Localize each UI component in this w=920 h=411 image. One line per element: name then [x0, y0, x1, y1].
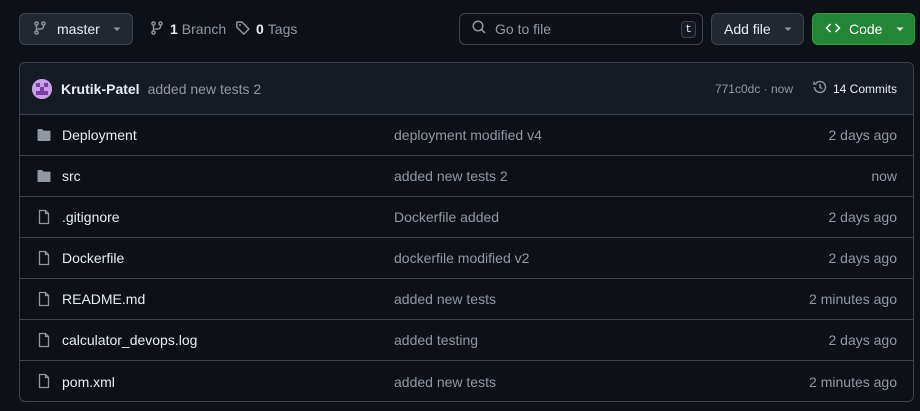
file-row-file[interactable]: Dockerfile dockerfile modified v2 2 days…	[20, 238, 913, 279]
file-name[interactable]: .gitignore	[62, 209, 120, 225]
file-icon	[36, 250, 52, 266]
file-commit-message[interactable]: dockerfile modified v2	[394, 250, 529, 266]
file-name[interactable]: src	[62, 168, 81, 184]
file-age: now	[871, 168, 897, 184]
file-rows: Deployment deployment modified v4 2 days…	[20, 115, 913, 401]
commit-author[interactable]: Krutik-Patel	[61, 81, 140, 97]
go-to-file-search[interactable]: t	[459, 13, 703, 45]
branch-count: 1	[170, 21, 178, 37]
file-row-file[interactable]: pom.xml added new tests 2 minutes ago	[20, 361, 913, 401]
git-branch-icon	[32, 20, 48, 39]
file-row-file[interactable]: calculator_devops.log added testing 2 da…	[20, 320, 913, 361]
file-commit-message[interactable]: added new tests	[394, 291, 496, 307]
file-commit-message[interactable]: added new tests	[394, 374, 496, 390]
file-icon	[36, 373, 52, 389]
chevron-down-icon	[895, 21, 905, 37]
tag-icon	[235, 20, 251, 39]
branch-selector-button[interactable]: master	[19, 13, 133, 45]
tag-count: 0	[256, 21, 264, 37]
file-icon	[36, 291, 52, 307]
folder-icon	[36, 127, 52, 143]
commit-count: 14 Commits	[832, 81, 897, 96]
file-row-file[interactable]: README.md added new tests 2 minutes ago	[20, 279, 913, 320]
latest-commit-bar: Krutik-Patel added new tests 2 771c0dc ·…	[20, 63, 913, 115]
file-name[interactable]: README.md	[62, 291, 145, 307]
commit-hash-time[interactable]: 771c0dc · now	[715, 82, 793, 96]
code-label: Code	[849, 21, 883, 37]
file-age: 2 days ago	[828, 209, 898, 225]
file-commit-message[interactable]: added new tests 2	[394, 168, 508, 184]
search-icon	[471, 19, 487, 40]
git-branch-icon	[149, 20, 165, 39]
file-age: 2 minutes ago	[809, 291, 897, 307]
chevron-down-icon	[112, 21, 122, 37]
file-commit-message[interactable]: added testing	[394, 332, 478, 348]
file-name[interactable]: Dockerfile	[62, 250, 124, 266]
tags-link[interactable]: 0 Tags	[235, 13, 297, 45]
folder-icon	[36, 168, 52, 184]
chevron-down-icon	[783, 21, 793, 37]
file-icon	[36, 209, 52, 225]
add-file-label: Add file	[724, 21, 771, 37]
code-button[interactable]: Code	[812, 13, 915, 45]
branches-link[interactable]: 1 Branch	[149, 13, 226, 45]
branch-label: Branch	[181, 21, 227, 37]
code-icon	[825, 20, 841, 39]
avatar[interactable]	[32, 78, 52, 99]
commit-message[interactable]: added new tests 2	[148, 81, 262, 97]
branch-name: master	[57, 21, 100, 37]
file-row-folder[interactable]: Deployment deployment modified v4 2 days…	[20, 115, 913, 156]
file-age: 2 minutes ago	[809, 373, 897, 390]
file-commit-message[interactable]: deployment modified v4	[394, 127, 542, 143]
file-name[interactable]: calculator_devops.log	[62, 332, 197, 348]
add-file-button[interactable]: Add file	[711, 13, 804, 45]
history-icon	[812, 79, 828, 98]
file-age: 2 days ago	[828, 127, 898, 143]
repo-toolbar: master 1 Branch 0 Tags Go to file t Add …	[19, 13, 915, 45]
file-name[interactable]: pom.xml	[62, 374, 115, 390]
search-input[interactable]	[495, 21, 665, 37]
keyboard-shortcut-hint: t	[681, 21, 696, 38]
file-commit-message[interactable]: Dockerfile added	[394, 209, 499, 225]
file-row-file[interactable]: .gitignore Dockerfile added 2 days ago	[20, 197, 913, 238]
file-row-folder[interactable]: src added new tests 2 now	[20, 156, 913, 197]
repo-file-browser: master 1 Branch 0 Tags Go to file t Add …	[0, 0, 920, 411]
commits-history-link[interactable]: 14 Commits	[812, 79, 897, 98]
file-name[interactable]: Deployment	[62, 127, 137, 143]
file-icon	[36, 332, 52, 348]
file-list-box: Krutik-Patel added new tests 2 771c0dc ·…	[19, 62, 914, 402]
file-age: 2 days ago	[828, 332, 898, 348]
tag-label: Tags	[267, 21, 298, 37]
file-age: 2 days ago	[828, 250, 898, 266]
